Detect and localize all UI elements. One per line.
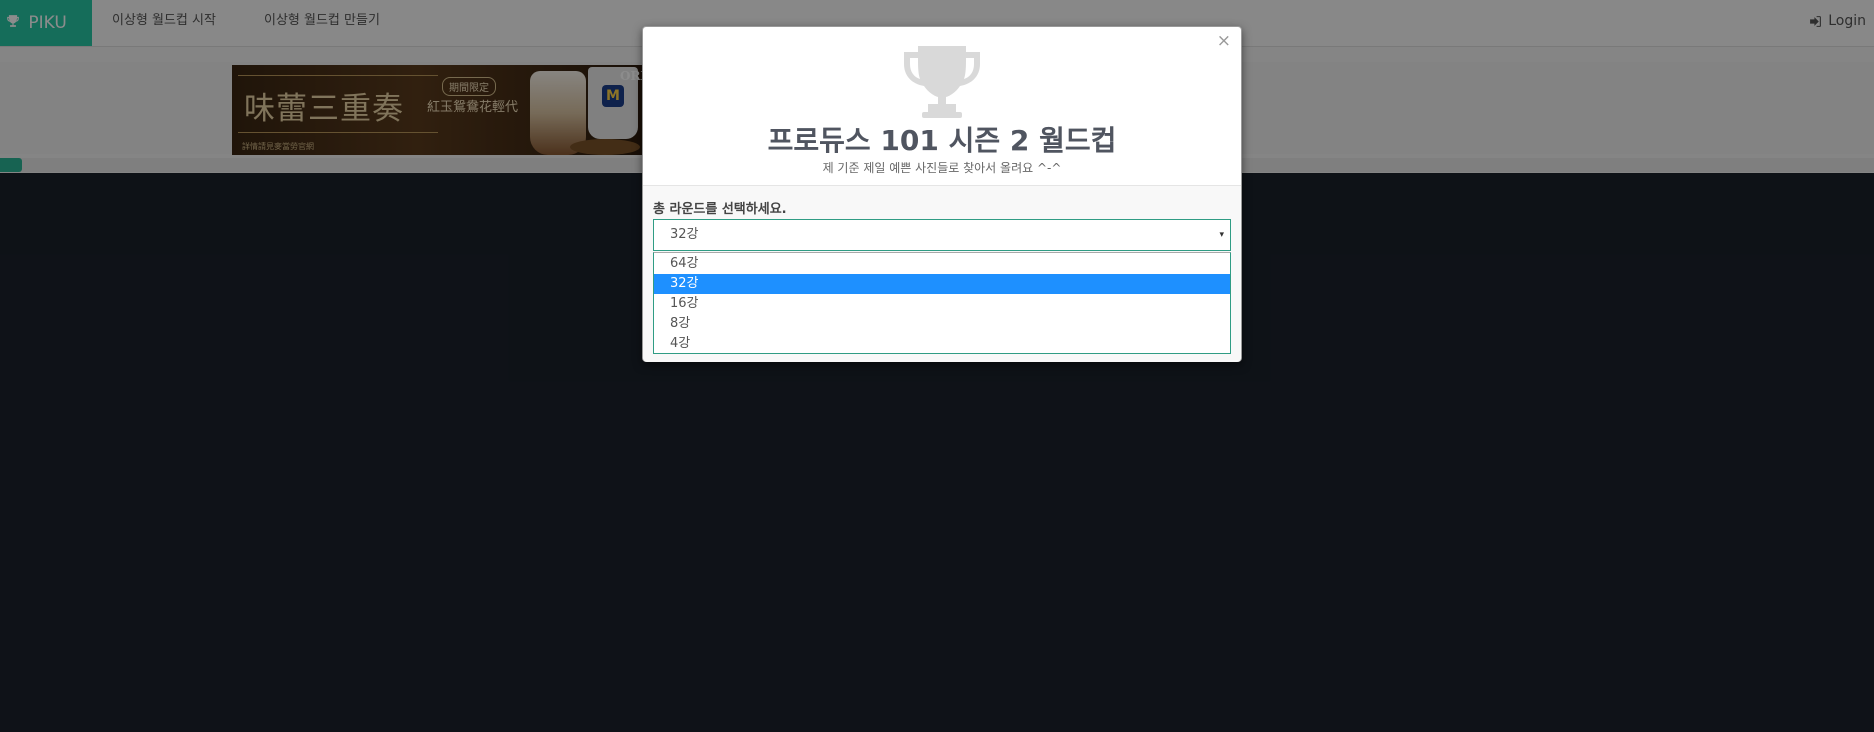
worldcup-modal: × 프로듀스 101 시즌 2 월드컵 제 기준 제일 예쁜 사진들로 찾아서 … (642, 26, 1242, 362)
close-icon[interactable]: × (1217, 33, 1231, 50)
round-select-value: 32강 (670, 227, 699, 242)
round-option-4[interactable]: 4강 (654, 334, 1230, 354)
caret-down-icon: ▾ (1219, 230, 1224, 240)
round-option-32[interactable]: 32강 (654, 274, 1230, 294)
round-option-64[interactable]: 64강 (654, 254, 1230, 274)
modal-subtitle: 제 기준 제일 예쁜 사진들로 찾아서 올려요 ^-^ (822, 161, 1062, 175)
round-label: 총 라운드를 선택하세요. (653, 202, 787, 217)
modal-body: 총 라운드를 선택하세요. 32강 ▾ 64강 32강 16강 8강 4강 (643, 185, 1241, 362)
round-option-16[interactable]: 16강 (654, 294, 1230, 314)
trophy-icon (904, 46, 980, 118)
round-select[interactable]: 32강 ▾ (653, 219, 1231, 251)
round-options-list: 64강 32강 16강 8강 4강 (653, 252, 1231, 354)
modal-title: 프로듀스 101 시즌 2 월드컵 (767, 124, 1117, 157)
round-option-8[interactable]: 8강 (654, 314, 1230, 334)
